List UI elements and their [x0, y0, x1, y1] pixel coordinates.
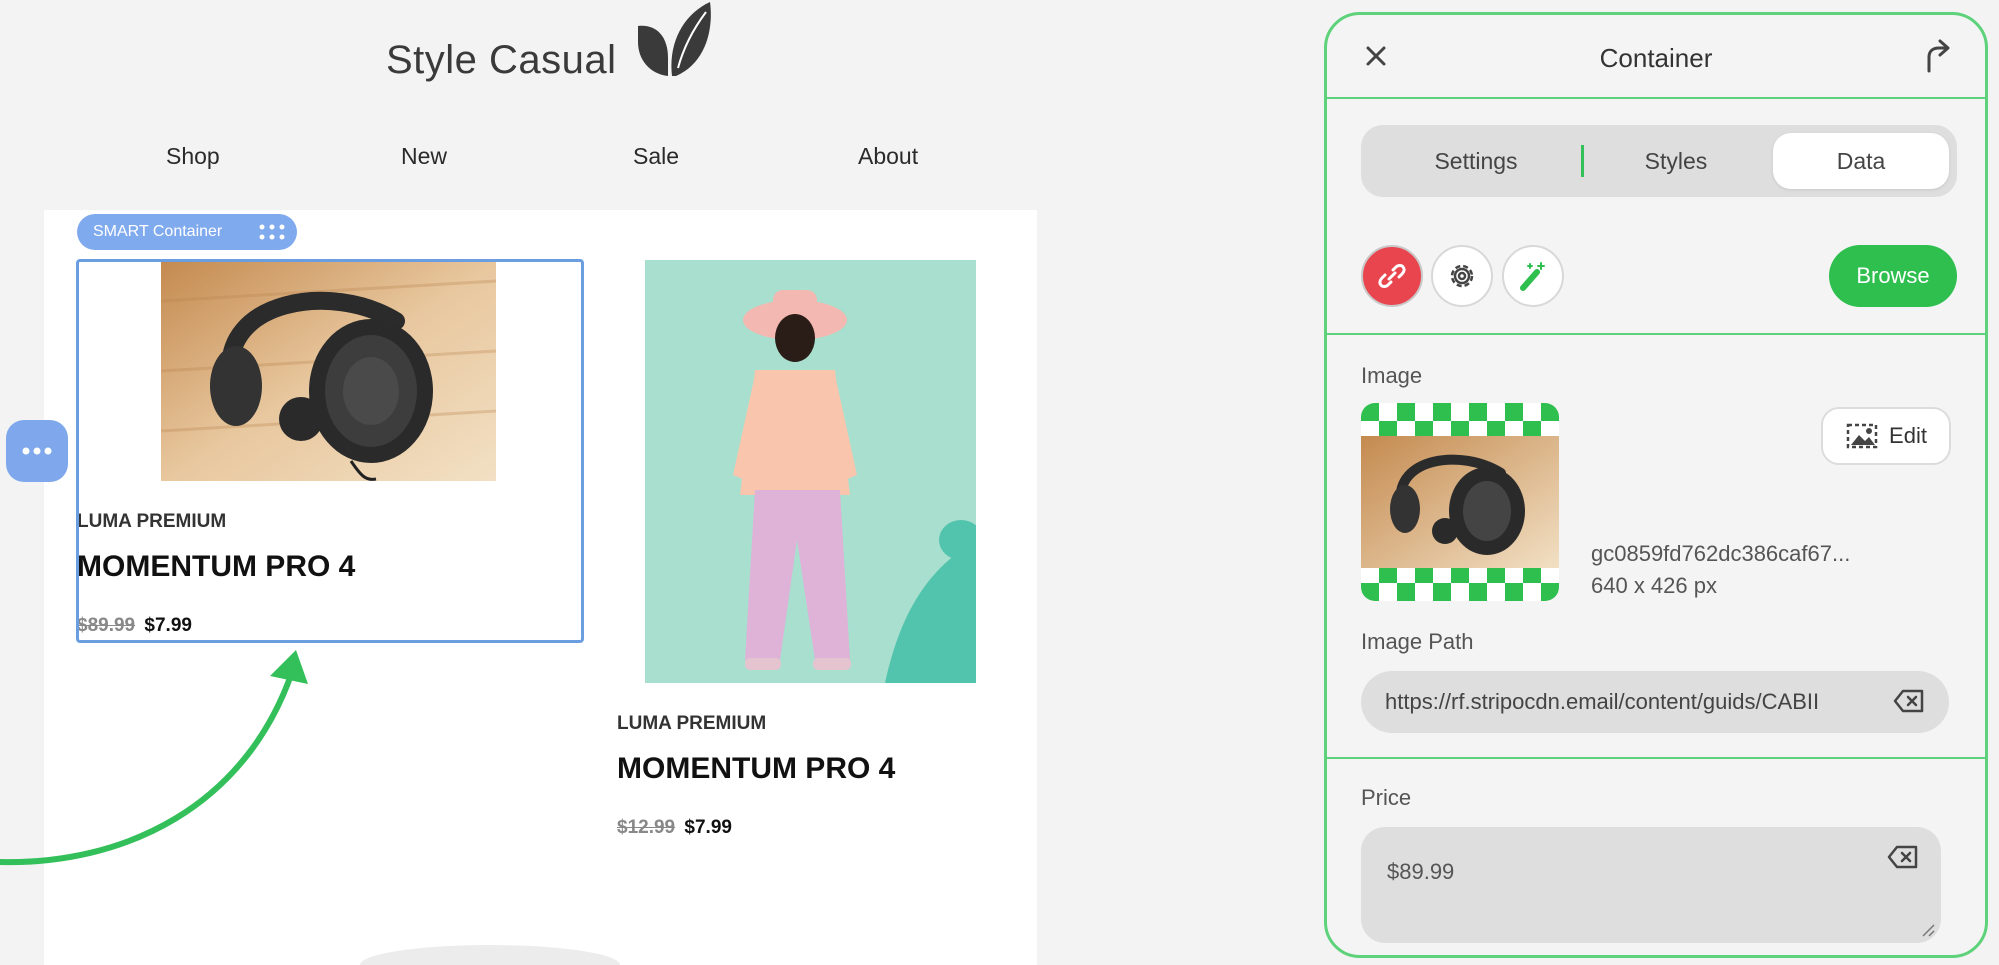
drag-grid-icon[interactable]	[259, 224, 285, 240]
settings-panel: Container Settings Styles Data Browse Im…	[1324, 12, 1988, 958]
smart-container-badge[interactable]: SMART Container	[77, 214, 297, 250]
nav-item-shop[interactable]: Shop	[166, 143, 220, 170]
price-label: Price	[1361, 785, 1412, 810]
panel-tabs: Settings Styles Data	[1361, 125, 1957, 197]
image-file-name: gc0859fd762dc386caf67...	[1591, 541, 1851, 566]
magic-wand-icon	[1520, 262, 1545, 291]
image-thumbnail[interactable]	[1361, 403, 1559, 601]
product-title: MOMENTUM PRO 4	[617, 752, 896, 785]
price-textarea[interactable]: $89.99	[1361, 827, 1941, 943]
gear-icon	[1450, 264, 1474, 288]
backspace-clear-icon[interactable]	[1887, 845, 1919, 869]
nav-item-sale[interactable]: Sale	[633, 143, 679, 170]
brand-logo: Style Casual	[386, 0, 716, 90]
nav-item-about[interactable]: About	[858, 143, 918, 170]
old-price: $12.99	[617, 817, 676, 838]
image-file-size: 640 x 426 px	[1591, 573, 1717, 598]
settings-button[interactable]	[1431, 245, 1493, 307]
tab-styles[interactable]: Styles	[1587, 133, 1765, 189]
new-price: $7.99	[684, 817, 732, 838]
price-value: $89.99	[1387, 859, 1455, 884]
section-divider	[1327, 333, 1985, 335]
magic-button[interactable]	[1502, 245, 1564, 307]
more-options-handle[interactable]	[6, 420, 68, 482]
edit-label: Edit	[1889, 423, 1927, 448]
smart-container-label: SMART Container	[93, 223, 223, 240]
edit-image-button[interactable]: Edit	[1821, 407, 1951, 465]
share-icon[interactable]	[1921, 39, 1951, 73]
section-divider	[1327, 757, 1985, 759]
leaf-logo-icon	[638, 2, 711, 76]
panel-title: Container	[1599, 43, 1713, 73]
action-row: Browse	[1361, 245, 1957, 309]
image-path-input[interactable]: https://rf.stripocdn.email/content/guids…	[1361, 671, 1949, 733]
image-path-label: Image Path	[1361, 629, 1474, 654]
image-edit-icon	[1846, 423, 1878, 449]
selected-container-outline[interactable]	[76, 259, 584, 643]
resize-handle-icon[interactable]	[1921, 923, 1935, 937]
nav-item-new[interactable]: New	[401, 143, 447, 170]
fashion-product-image[interactable]	[645, 260, 976, 683]
image-label: Image	[1361, 363, 1423, 388]
main-nav: Shop New Sale About	[0, 140, 1030, 174]
annotation-arrow	[0, 650, 308, 866]
image-path-value: https://rf.stripocdn.email/content/guids…	[1385, 689, 1820, 714]
unlink-icon	[1378, 264, 1406, 288]
unlink-button[interactable]	[1361, 245, 1423, 307]
product-brand: LUMA PREMIUM	[617, 713, 767, 734]
backspace-clear-icon[interactable]	[1893, 689, 1925, 713]
brand-name: Style Casual	[386, 38, 617, 82]
panel-header: Container	[1327, 15, 1985, 99]
product-price: $12.99 $7.99	[617, 817, 732, 839]
more-dots-icon	[22, 447, 52, 455]
tab-divider	[1581, 145, 1584, 177]
tab-settings[interactable]: Settings	[1371, 133, 1581, 189]
tab-data[interactable]: Data	[1773, 133, 1949, 189]
browse-button[interactable]: Browse	[1829, 245, 1957, 307]
